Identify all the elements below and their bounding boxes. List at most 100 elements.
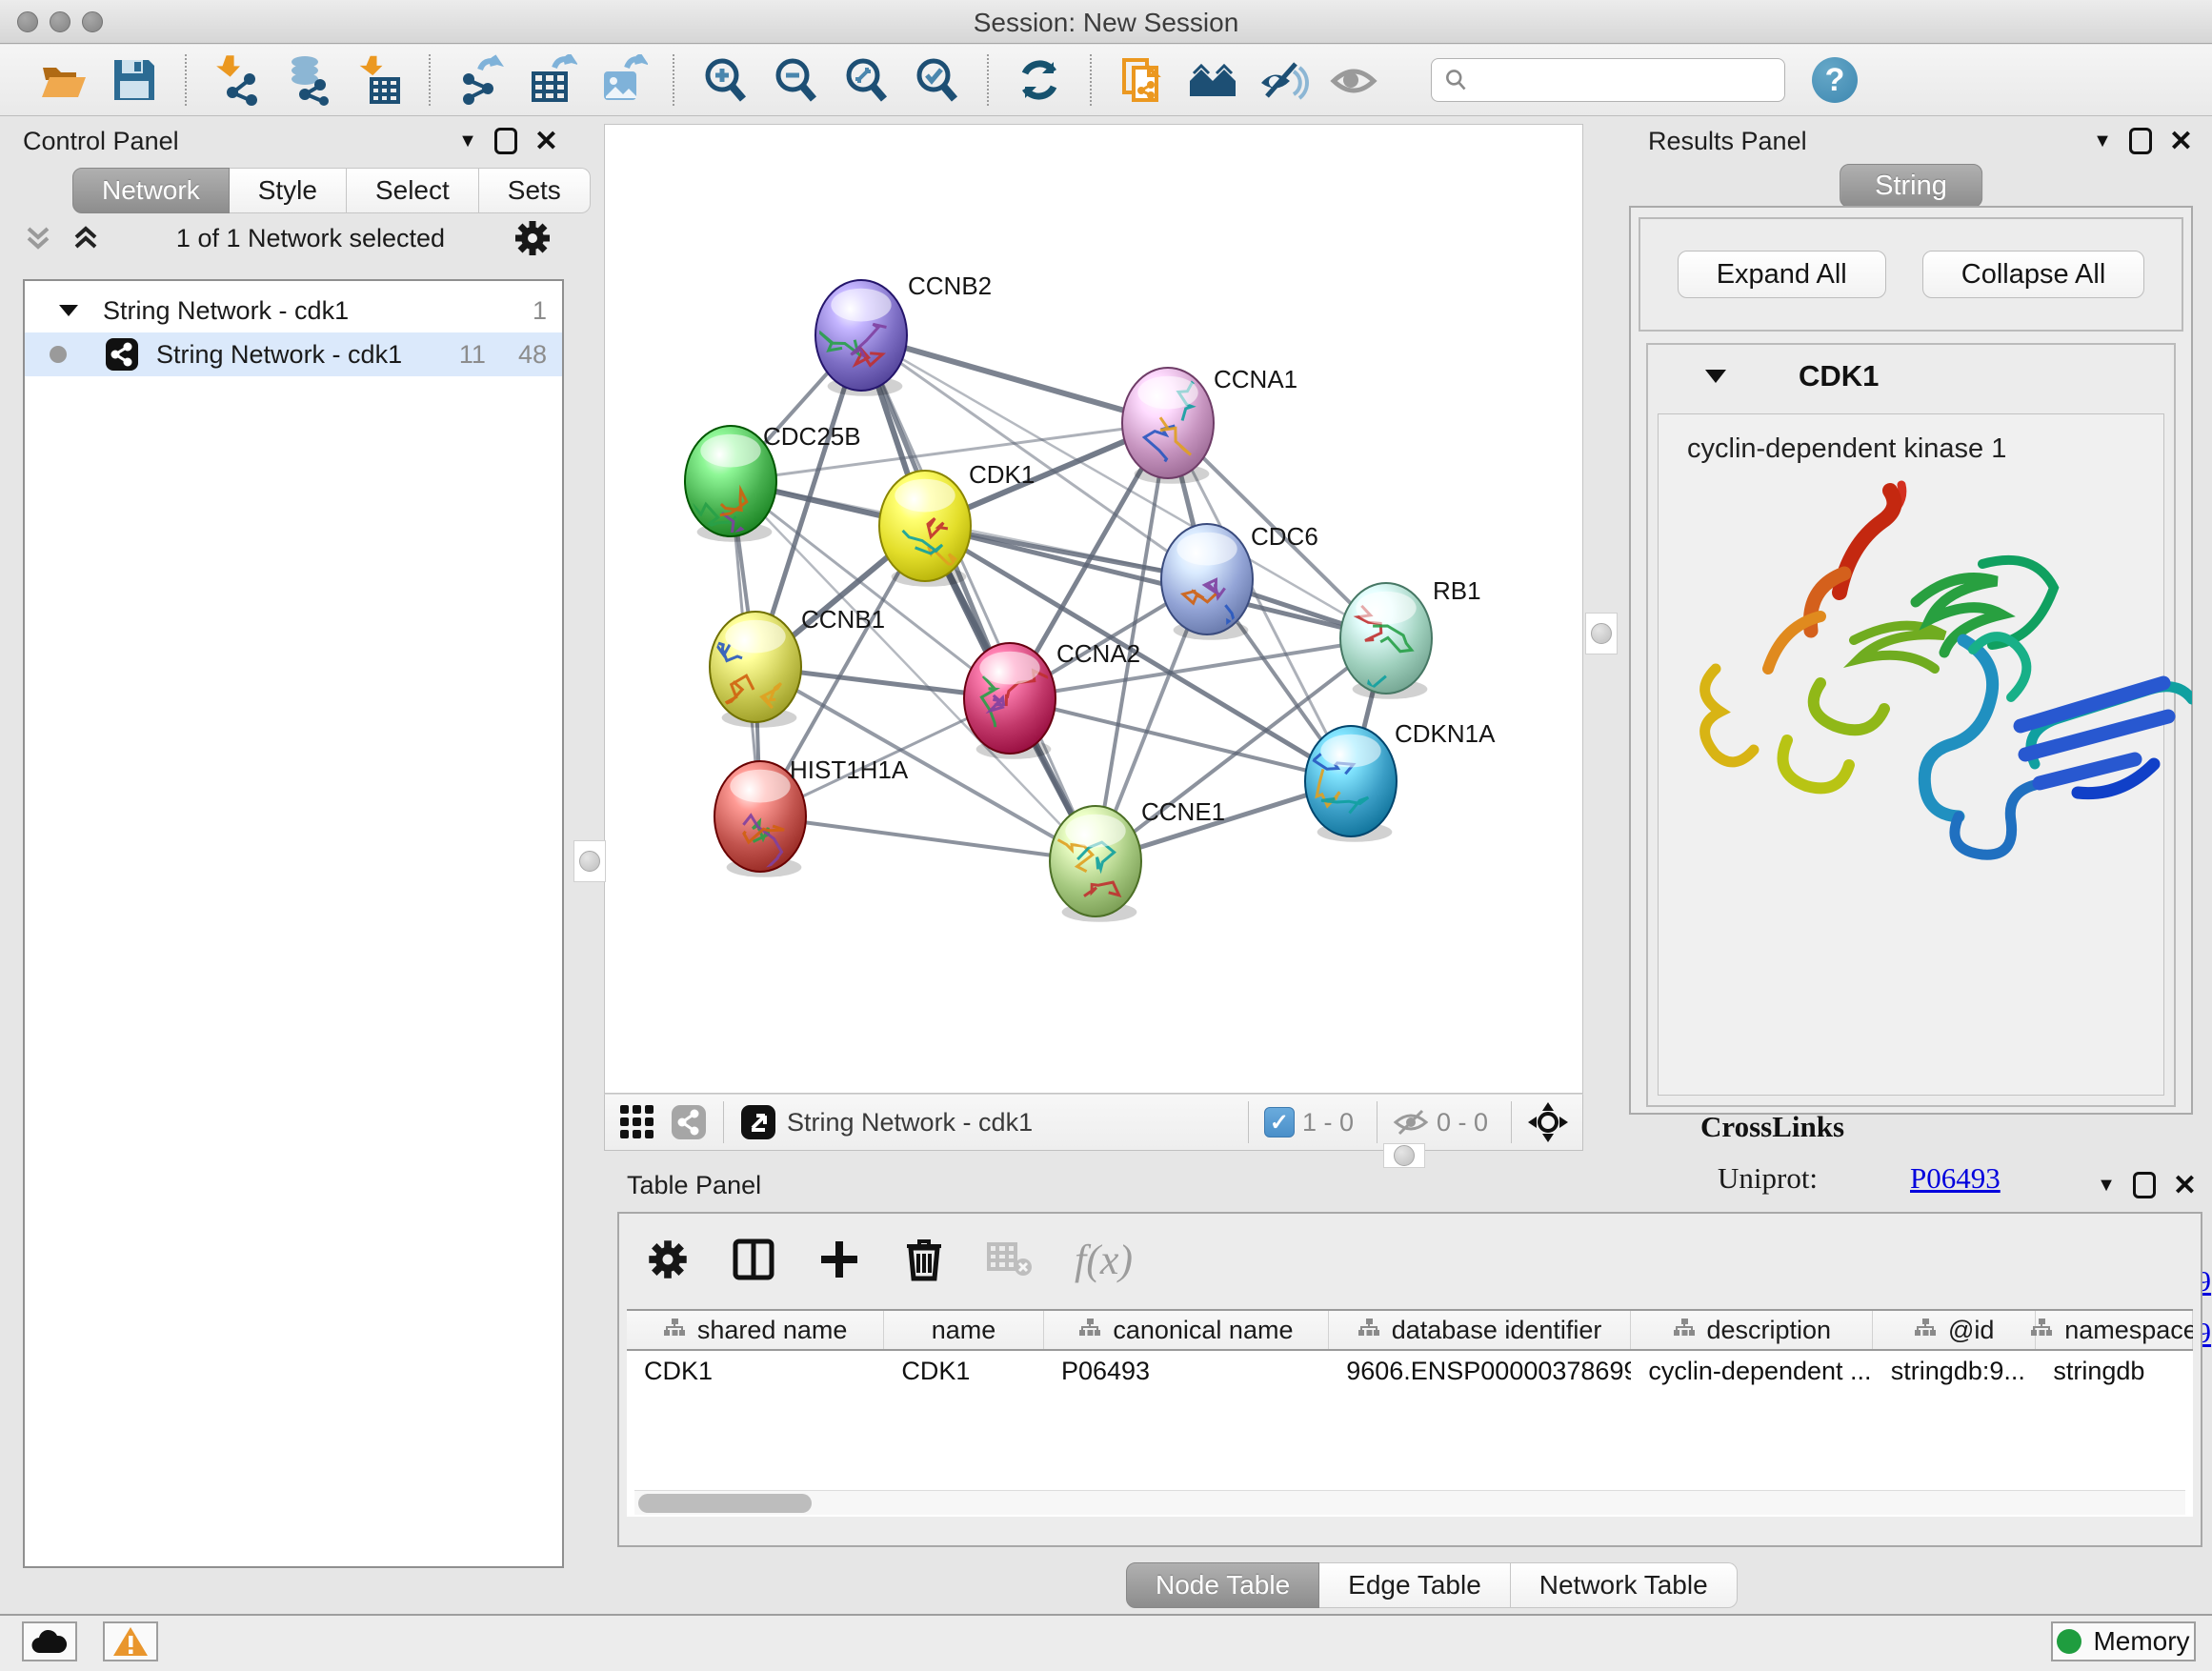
grid-view-icon[interactable] bbox=[618, 1103, 656, 1141]
panel-close-icon[interactable]: ✕ bbox=[534, 125, 558, 158]
table-cell[interactable]: stringdb bbox=[2036, 1351, 2193, 1393]
tab-edge-table[interactable]: Edge Table bbox=[1319, 1562, 1511, 1608]
network-options-gear-icon[interactable] bbox=[513, 218, 553, 258]
network-node-ccna1[interactable] bbox=[1122, 368, 1214, 484]
panel-float-icon[interactable] bbox=[494, 128, 517, 154]
node-label-cdc25b: CDC25B bbox=[763, 422, 861, 451]
table-options-gear-icon[interactable] bbox=[646, 1238, 690, 1281]
new-network-from-selection-icon[interactable] bbox=[1116, 53, 1169, 107]
column-header-name[interactable]: name bbox=[884, 1311, 1044, 1349]
gene-section: CDK1 cyclin-dependent kinase 1 bbox=[1646, 343, 2176, 1107]
panel-menu-icon[interactable]: ▼ bbox=[2097, 1175, 2116, 1197]
collapse-all-button[interactable]: Collapse All bbox=[1922, 251, 2145, 298]
search-input[interactable] bbox=[1468, 66, 1773, 95]
table-cell[interactable]: 9606.ENSP00000378699 bbox=[1329, 1351, 1631, 1393]
delete-column-icon[interactable] bbox=[903, 1237, 945, 1282]
network-node-cdkn1a[interactable] bbox=[1305, 726, 1397, 842]
birdseye-navigator-icon[interactable] bbox=[1527, 1101, 1569, 1143]
tab-node-table[interactable]: Node Table bbox=[1126, 1562, 1319, 1608]
node-label-ccna2: CCNA2 bbox=[1056, 639, 1140, 668]
panel-float-icon[interactable] bbox=[2133, 1172, 2156, 1198]
search-icon bbox=[1443, 66, 1468, 94]
open-session-icon[interactable] bbox=[37, 53, 90, 107]
help-button[interactable]: ? bbox=[1812, 57, 1858, 103]
zoom-in-icon[interactable] bbox=[698, 53, 752, 107]
network-list-view-icon[interactable] bbox=[670, 1103, 708, 1141]
column-header-namespace[interactable]: namespace bbox=[2036, 1311, 2193, 1349]
panel-close-icon[interactable]: ✕ bbox=[2173, 1169, 2197, 1202]
network-node-rb1[interactable] bbox=[1340, 583, 1432, 706]
table-horizontal-scrollbar[interactable] bbox=[634, 1490, 2185, 1515]
column-header-shared-name[interactable]: shared name bbox=[627, 1311, 884, 1349]
cloud-icon bbox=[30, 1628, 69, 1655]
show-columns-icon[interactable] bbox=[732, 1238, 775, 1281]
column-header-canonical-name[interactable]: canonical name bbox=[1044, 1311, 1329, 1349]
first-neighbors-icon[interactable] bbox=[1186, 53, 1239, 107]
export-network-icon[interactable] bbox=[454, 53, 508, 107]
network-edge[interactable] bbox=[861, 335, 1168, 423]
node-label-rb1: RB1 bbox=[1433, 576, 1481, 605]
left-splitter-handle[interactable] bbox=[573, 840, 606, 882]
column-type-icon bbox=[2030, 1316, 2053, 1345]
right-splitter-handle[interactable] bbox=[1585, 613, 1618, 654]
panel-float-icon[interactable] bbox=[2129, 128, 2152, 154]
network-node-ccne1[interactable] bbox=[1050, 806, 1141, 922]
table-row[interactable]: CDK1CDK1P064939606.ENSP00000378699cyclin… bbox=[627, 1351, 2193, 1393]
memory-button[interactable]: Memory bbox=[2051, 1621, 2196, 1661]
warnings-button[interactable] bbox=[103, 1621, 158, 1661]
export-table-icon[interactable] bbox=[525, 53, 578, 107]
collapse-all-icon[interactable] bbox=[23, 221, 61, 255]
toolbar-separator bbox=[1248, 1101, 1249, 1143]
automation-cloud-button[interactable] bbox=[22, 1621, 77, 1661]
table-cell[interactable]: stringdb:9... bbox=[1874, 1351, 2037, 1393]
hide-selected-icon[interactable] bbox=[1257, 53, 1310, 107]
detach-view-icon[interactable] bbox=[739, 1103, 777, 1141]
search-field[interactable] bbox=[1431, 58, 1785, 102]
show-all-icon[interactable] bbox=[1327, 53, 1380, 107]
node-table: shared namenamecanonical namedatabase id… bbox=[627, 1309, 2193, 1517]
network-edge[interactable] bbox=[760, 816, 1096, 861]
network-node-ccnb2[interactable] bbox=[815, 280, 907, 396]
network-status-dot bbox=[50, 346, 67, 363]
import-network-from-database-icon[interactable] bbox=[281, 53, 334, 107]
network-node-ccnb1[interactable] bbox=[710, 612, 801, 728]
table-cell[interactable]: CDK1 bbox=[627, 1351, 884, 1393]
column-header-database-identifier[interactable]: database identifier bbox=[1329, 1311, 1631, 1349]
panel-menu-icon[interactable]: ▼ bbox=[2093, 131, 2112, 152]
collection-expand-icon[interactable] bbox=[57, 301, 80, 320]
import-table-from-file-icon[interactable] bbox=[352, 53, 405, 107]
panel-close-icon[interactable]: ✕ bbox=[2169, 125, 2193, 158]
panel-menu-icon[interactable]: ▼ bbox=[458, 131, 477, 152]
gene-collapse-icon[interactable] bbox=[1703, 367, 1728, 386]
create-column-icon[interactable] bbox=[817, 1238, 861, 1281]
save-session-icon[interactable] bbox=[108, 53, 161, 107]
selected-count-checkbox[interactable]: ✓ bbox=[1264, 1107, 1295, 1137]
zoom-selected-icon[interactable] bbox=[910, 53, 963, 107]
network-canvas[interactable]: CCNB2CCNA1CDC25BCDK1CDC6RB1CCNB1CCNA2CDK… bbox=[604, 124, 1583, 1094]
node-label-ccna1: CCNA1 bbox=[1214, 365, 1297, 393]
tab-sets[interactable]: Sets bbox=[479, 168, 591, 213]
tab-network[interactable]: Network bbox=[72, 168, 230, 213]
network-collection-row[interactable]: String Network - cdk1 1 bbox=[25, 289, 562, 332]
column-header-id[interactable]: @id bbox=[1873, 1311, 2036, 1349]
expand-all-button[interactable]: Expand All bbox=[1678, 251, 1886, 298]
tab-string[interactable]: String bbox=[1840, 164, 1982, 208]
column-header-description[interactable]: description bbox=[1631, 1311, 1873, 1349]
hidden-node-edge-count: 0 - 0 bbox=[1437, 1108, 1488, 1137]
refresh-view-icon[interactable] bbox=[1013, 53, 1066, 107]
tab-network-table[interactable]: Network Table bbox=[1511, 1562, 1738, 1608]
table-cell[interactable]: cyclin-dependent ... bbox=[1631, 1351, 1873, 1393]
network-tree: String Network - cdk1 1 String Network -… bbox=[23, 279, 564, 1568]
zoom-fit-content-icon[interactable] bbox=[839, 53, 893, 107]
tab-select[interactable]: Select bbox=[347, 168, 479, 213]
table-cell[interactable]: CDK1 bbox=[884, 1351, 1044, 1393]
network-row[interactable]: String Network - cdk1 11 48 bbox=[25, 332, 562, 376]
tab-style[interactable]: Style bbox=[230, 168, 347, 213]
expand-all-icon[interactable] bbox=[70, 221, 109, 255]
table-cell[interactable]: P06493 bbox=[1044, 1351, 1329, 1393]
zoom-out-icon[interactable] bbox=[769, 53, 822, 107]
export-image-icon[interactable] bbox=[595, 53, 649, 107]
scrollbar-thumb[interactable] bbox=[638, 1494, 812, 1513]
import-network-from-file-icon[interactable] bbox=[211, 53, 264, 107]
node-label-cdk1: CDK1 bbox=[969, 460, 1035, 489]
